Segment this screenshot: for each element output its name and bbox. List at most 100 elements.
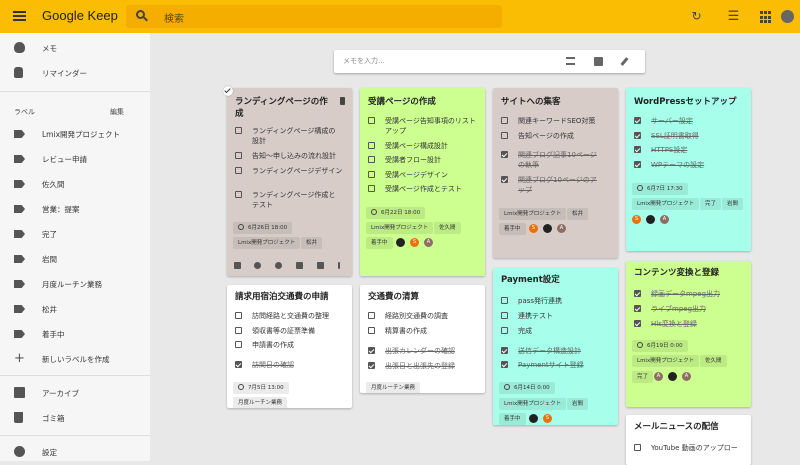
sidebar-item-archive[interactable]: アーカイブ <box>0 381 150 406</box>
reminder-icon[interactable] <box>234 262 241 269</box>
label-chip[interactable]: 岩間 <box>722 198 744 210</box>
label-chip[interactable]: 完了 <box>700 198 722 210</box>
note-card-landing[interactable]: ランディングページの作 成 ランディングページ構成の 設計 告知〜申し込みの流れ… <box>227 88 352 276</box>
sidebar-item-label-iwama[interactable]: 岩間 <box>0 247 150 272</box>
take-note-input[interactable]: メモを入力... <box>343 56 385 66</box>
label-chip[interactable]: Lmix開発プロジェクト <box>632 355 700 367</box>
note-card-customers[interactable]: サイトへの集客 関連キーワードSEO対策 告知ページの作成 関連ブログ記事10ペ… <box>493 88 618 258</box>
archive-icon[interactable] <box>317 262 324 269</box>
checkbox[interactable] <box>368 117 375 124</box>
reminder-chip[interactable]: 6月14日 0:00 <box>499 382 555 394</box>
search-input[interactable]: 検索 <box>164 10 184 25</box>
note-card-entry[interactable]: 受講ページの作成 受講ページ告知事項のリスト アップ 受講ページ構成設計 受講者… <box>360 88 485 276</box>
refresh-icon[interactable]: ↻ <box>690 10 703 23</box>
label-chip[interactable]: 着手中 <box>499 413 526 425</box>
checkbox-checked[interactable] <box>501 151 508 158</box>
reminder-chip[interactable]: 6月19日 0:00 <box>632 340 688 352</box>
label-chip[interactable]: Lmix開発プロジェクト <box>366 222 434 234</box>
edit-labels-button[interactable]: 編集 <box>110 107 124 117</box>
label-chip[interactable]: 着手中 <box>366 237 393 249</box>
image-icon[interactable] <box>594 57 603 66</box>
checkbox[interactable] <box>235 341 242 348</box>
checkbox[interactable] <box>235 127 242 134</box>
checkbox[interactable] <box>501 132 508 139</box>
checkbox-checked[interactable] <box>634 117 641 124</box>
note-card-lodging[interactable]: 請求用宿泊交通費の申請 訪問経路と交通費の整理 領収書等の証票準備 申請書の作成… <box>227 285 352 408</box>
checkbox[interactable] <box>368 185 375 192</box>
checkbox[interactable] <box>235 312 242 319</box>
checkbox[interactable] <box>501 312 508 319</box>
note-card-payment[interactable]: Payment設定 pass発行連携 連携テスト 完成 送信データ構造設計 Pa… <box>493 268 618 425</box>
label-chip[interactable]: 岩間 <box>567 398 589 410</box>
checkbox[interactable] <box>501 327 508 334</box>
label-chip[interactable]: 完了 <box>632 371 654 383</box>
sidebar-item-label-done[interactable]: 完了 <box>0 222 150 247</box>
checkbox[interactable] <box>368 171 375 178</box>
sidebar-item-new-label[interactable]: + 新しいラベルを作成 <box>0 347 150 372</box>
pen-icon[interactable] <box>620 57 629 66</box>
checklist-icon[interactable] <box>566 57 575 65</box>
checkbox-checked[interactable] <box>634 305 641 312</box>
checkbox[interactable] <box>368 312 375 319</box>
checkbox-checked[interactable] <box>634 146 641 153</box>
checkbox-checked[interactable] <box>634 161 641 168</box>
sidebar-item-notes[interactable]: メモ <box>0 36 150 61</box>
checkbox-checked[interactable] <box>501 361 508 368</box>
sidebar-item-label-sakuma[interactable]: 佐久間 <box>0 172 150 197</box>
palette-icon[interactable] <box>275 262 282 269</box>
sidebar-item-reminders[interactable]: リマインダー <box>0 61 150 86</box>
search-icon[interactable] <box>136 10 145 19</box>
label-chip[interactable]: Lmix開発プロジェクト <box>499 398 567 410</box>
list-view-icon[interactable]: ☰ <box>727 10 740 23</box>
checkbox-checked[interactable] <box>368 362 375 369</box>
account-icon[interactable] <box>781 10 794 23</box>
label-chip[interactable]: 佐久間 <box>700 355 727 367</box>
sidebar-item-trash[interactable]: ゴミ箱 <box>0 406 150 431</box>
sidebar-item-label-lmix[interactable]: Lmix開発プロジェクト <box>0 122 150 147</box>
app-title[interactable]: Google Keep <box>42 8 118 23</box>
note-card-newsletter[interactable]: メールニュースの配信 YouTube 動画のアップロー <box>626 415 751 465</box>
reminder-chip[interactable]: 6月22日 18:00 <box>366 207 426 219</box>
checkbox[interactable] <box>368 142 375 149</box>
label-chip[interactable]: 月度ルーチン業務 <box>233 397 288 408</box>
reminder-chip[interactable]: 6月26日 18:00 <box>233 222 293 234</box>
pin-icon[interactable] <box>340 97 345 105</box>
checkbox-checked[interactable] <box>634 320 641 327</box>
sidebar-item-label-review[interactable]: レビュー申請 <box>0 147 150 172</box>
checkbox[interactable] <box>634 444 641 451</box>
sidebar-item-label-inprogress[interactable]: 着手中 <box>0 322 150 347</box>
collaborator-icon[interactable] <box>254 262 261 269</box>
label-chip[interactable]: 着手中 <box>499 223 526 235</box>
sidebar-item-settings[interactable]: 設定 <box>0 440 150 465</box>
search-bar[interactable]: 検索 <box>126 5 502 28</box>
checkbox[interactable] <box>235 191 242 198</box>
label-chip[interactable]: 松井 <box>567 208 589 220</box>
apps-icon[interactable] <box>760 11 771 24</box>
menu-icon[interactable] <box>13 11 26 21</box>
checkbox[interactable] <box>501 117 508 124</box>
label-chip[interactable]: 松井 <box>301 237 323 249</box>
label-chip[interactable]: Lmix開発プロジェクト <box>499 208 567 220</box>
label-chip[interactable]: 佐久間 <box>434 222 461 234</box>
reminder-chip[interactable]: 6月7日 17:30 <box>632 183 688 195</box>
more-options-icon[interactable] <box>338 262 340 269</box>
note-card-wordpress[interactable]: WordPressセットアップ サーバー設定 SSL証明書取得 HTTPS設定 … <box>626 88 751 251</box>
sidebar-item-label-matsui[interactable]: 松井 <box>0 297 150 322</box>
label-chip[interactable]: 月度ルーチン業務 <box>366 382 421 393</box>
note-card-contents[interactable]: コンテンツ変換と登録 録画データmpeg出力 ライブmpeg出力 Hls変換と登… <box>626 261 751 407</box>
checkbox-checked[interactable] <box>235 361 242 368</box>
label-chip[interactable]: Lmix開発プロジェクト <box>632 198 700 210</box>
checkbox[interactable] <box>235 167 242 174</box>
image-icon[interactable] <box>296 262 303 269</box>
sidebar-item-label-sales[interactable]: 営業：提案 <box>0 197 150 222</box>
label-chip[interactable]: Lmix開発プロジェクト <box>233 237 301 249</box>
select-note-icon[interactable] <box>223 86 233 96</box>
checkbox[interactable] <box>368 327 375 334</box>
checkbox-checked[interactable] <box>368 347 375 354</box>
checkbox[interactable] <box>235 327 242 334</box>
note-card-transport[interactable]: 交通費の清算 経路別交通費の調査 精算書の作成 出張カレンダーの確認 出張日と出… <box>360 285 485 393</box>
sidebar-item-label-routine[interactable]: 月度ルーチン業務 <box>0 272 150 297</box>
checkbox[interactable] <box>501 297 508 304</box>
checkbox-checked[interactable] <box>634 132 641 139</box>
checkbox-checked[interactable] <box>501 347 508 354</box>
